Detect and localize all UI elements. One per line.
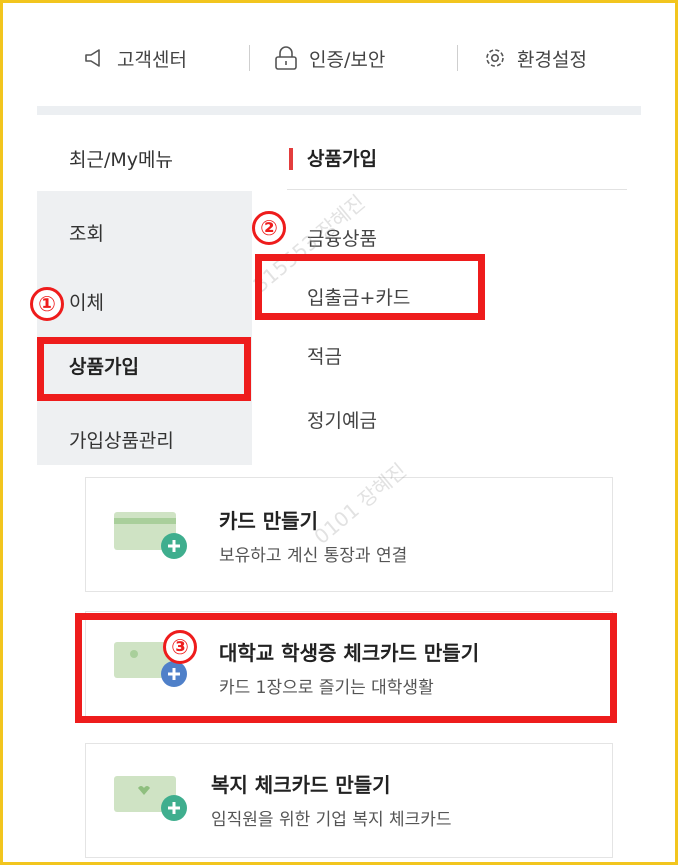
- submenu-item-time-deposit[interactable]: 정기예금: [307, 406, 377, 433]
- settings-link[interactable]: 환경설정: [483, 41, 587, 75]
- left-menu-item-recent[interactable]: 최근/My메뉴: [69, 145, 173, 172]
- submenu-item-savings[interactable]: 적금: [307, 342, 342, 369]
- customer-center-link[interactable]: 고객센터: [83, 41, 187, 75]
- toolbar-divider: [457, 45, 458, 71]
- submenu-title-accent: [289, 148, 293, 170]
- left-menu-item-transfer[interactable]: 이체: [69, 288, 104, 315]
- lock-icon: [275, 46, 297, 70]
- menu-top-band: [37, 106, 641, 115]
- card-make-card-title: 카드 만들기: [219, 509, 318, 533]
- top-toolbar: 고객센터 인증/보안 환경설정: [3, 33, 675, 83]
- submenu-title: 상품가입: [307, 148, 377, 170]
- left-menu-item-inquiry[interactable]: 조회: [69, 219, 104, 246]
- toolbar-divider: [249, 45, 250, 71]
- card-welfare-check-card[interactable]: [85, 743, 613, 858]
- card-make-card-desc: 보유하고 계신 통장과 연결: [219, 546, 408, 566]
- card-add-icon: [114, 512, 187, 559]
- step1-badge: ①: [30, 287, 64, 321]
- card-welfare-check-card-desc: 임직원을 위한 기업 복지 체크카드: [211, 810, 452, 830]
- welfare-card-add-icon: [114, 776, 187, 821]
- step3-badge: ③: [163, 630, 197, 664]
- speaker-icon: [85, 49, 100, 67]
- left-menu-item-product-management[interactable]: 가입상품관리: [69, 426, 174, 453]
- card-welfare-check-card-title: 복지 체크카드 만들기: [211, 773, 391, 797]
- left-menu: 최근/My메뉴 조회 이체 상품가입 가입상품관리: [37, 115, 252, 465]
- highlight-step3: [75, 613, 617, 723]
- screenshot-frame: 고객센터 인증/보안 환경설정 최근/My메뉴 조회 이체 상품가입 가입상품관…: [0, 0, 678, 865]
- submenu-divider: [287, 189, 627, 190]
- step2-badge: ②: [252, 211, 286, 245]
- highlight-step2: [255, 254, 485, 320]
- customer-center-label: 고객센터: [117, 48, 187, 71]
- auth-security-link[interactable]: 인증/보안: [273, 41, 385, 75]
- gear-icon: [486, 49, 504, 67]
- highlight-step1: [37, 337, 251, 401]
- auth-security-label: 인증/보안: [309, 48, 386, 71]
- settings-label: 환경설정: [517, 48, 587, 71]
